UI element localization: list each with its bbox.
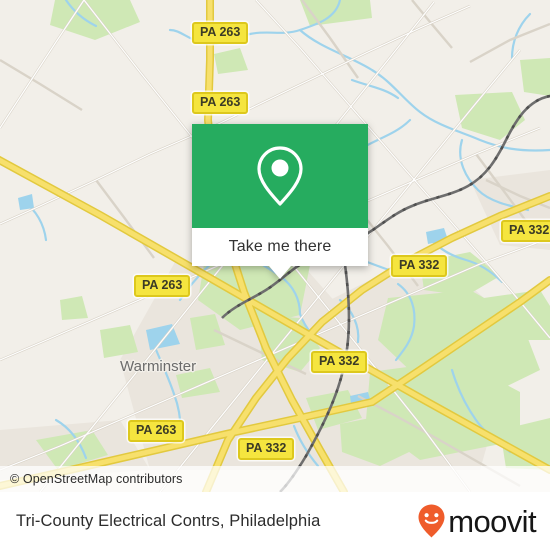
moovit-logo[interactable]: moovit [417, 503, 537, 539]
road-shield[interactable]: PA 332 [391, 255, 448, 277]
place-label-warminster: Warminster [120, 358, 197, 375]
footer-bar: Tri-County Electrical Contrs, Philadelph… [0, 492, 550, 550]
road-shield[interactable]: PA 332 [238, 438, 295, 460]
map-attribution: © OpenStreetMap contributors [0, 466, 550, 492]
popup-icon-area [192, 124, 368, 228]
popup-action-area[interactable]: Take me there [192, 228, 368, 279]
road-shield[interactable]: PA 263 [134, 275, 191, 297]
page-title: Tri-County Electrical Contrs, Philadelph… [16, 511, 321, 530]
road-shield[interactable]: PA 332 [501, 220, 550, 242]
moovit-wordmark: moovit [448, 503, 536, 539]
road-shield[interactable]: PA 263 [128, 420, 185, 442]
popup-action-label: Take me there [228, 238, 332, 255]
map-popup[interactable]: Take me there [192, 124, 368, 279]
popup-tail [269, 266, 291, 279]
attribution-text[interactable]: © OpenStreetMap contributors [10, 472, 183, 486]
road-shield[interactable]: PA 263 [192, 22, 249, 44]
map-screenshot: PA 263 PA 263 PA 263 PA 263 PA 332 PA 33… [0, 0, 550, 550]
moovit-pin-smiley-icon [418, 504, 445, 538]
map-canvas[interactable]: PA 263 PA 263 PA 263 PA 263 PA 332 PA 33… [0, 0, 550, 492]
road-shield[interactable]: PA 263 [192, 92, 249, 114]
road-shield[interactable]: PA 332 [311, 351, 368, 373]
map-pin-icon [257, 146, 303, 206]
